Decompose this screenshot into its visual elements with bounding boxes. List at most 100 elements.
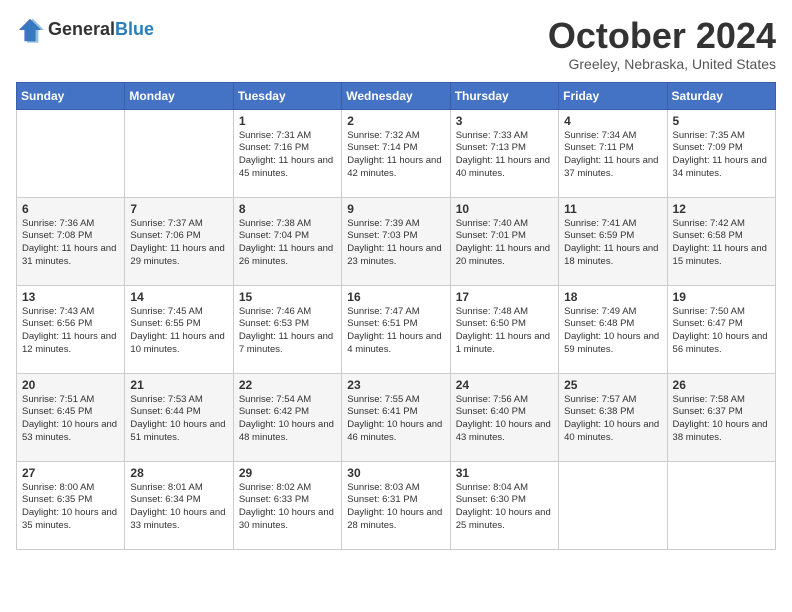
day-info: Sunrise: 7:56 AM Sunset: 6:40 PM Dayligh…: [456, 394, 553, 445]
day-of-week-header: Sunday: [17, 82, 125, 109]
day-number: 22: [239, 378, 336, 392]
calendar-week-row: 1Sunrise: 7:31 AM Sunset: 7:16 PM Daylig…: [17, 109, 776, 197]
calendar-day-cell: 6Sunrise: 7:36 AM Sunset: 7:08 PM Daylig…: [17, 197, 125, 285]
calendar-day-cell: 16 Sunrise: 7:47 AM Sunset: 6:51 PM Dayli…: [342, 285, 450, 373]
day-number: 29: [239, 466, 336, 480]
day-number: 8: [239, 202, 336, 216]
day-info: Sunrise: 7:40 AM Sunset: 7:01 PM Dayligh…: [456, 218, 553, 269]
day-info: Sunrise: 8:01 AM Sunset: 6:34 PM Dayligh…: [130, 482, 227, 533]
calendar-day-cell: 12 Sunrise: 7:42 AM Sunset: 6:58 PM Dayli…: [667, 197, 775, 285]
day-number: 23: [347, 378, 444, 392]
day-number: 10: [456, 202, 553, 216]
calendar-day-cell: 4Sunrise: 7:34 AM Sunset: 7:11 PM Daylig…: [559, 109, 667, 197]
calendar-day-cell: 9 Sunrise: 7:39 AM Sunset: 7:03 PM Daylig…: [342, 197, 450, 285]
calendar-day-cell: [125, 109, 233, 197]
day-of-week-header: Wednesday: [342, 82, 450, 109]
day-info: Sunrise: 7:58 AM Sunset: 6:37 PM Dayligh…: [673, 394, 770, 445]
day-number: 16: [347, 290, 444, 304]
day-number: 28: [130, 466, 227, 480]
calendar-day-cell: [559, 461, 667, 549]
day-info: Sunrise: 7:50 AM Sunset: 6:47 PM Dayligh…: [673, 306, 770, 357]
calendar-day-cell: 29Sunrise: 8:02 AM Sunset: 6:33 PM Dayli…: [233, 461, 341, 549]
day-number: 12: [673, 202, 770, 216]
calendar-day-cell: [667, 461, 775, 549]
day-number: 31: [456, 466, 553, 480]
calendar-day-cell: 18Sunrise: 7:49 AM Sunset: 6:48 PM Dayli…: [559, 285, 667, 373]
day-of-week-header: Monday: [125, 82, 233, 109]
day-info: Sunrise: 7:42 AM Sunset: 6:58 PM Dayligh…: [673, 218, 770, 269]
day-info: Sunrise: 7:51 AM Sunset: 6:45 PM Dayligh…: [22, 394, 119, 445]
day-of-week-header: Thursday: [450, 82, 558, 109]
calendar-week-row: 27 Sunrise: 8:00 AM Sunset: 6:35 PM Dayli…: [17, 461, 776, 549]
calendar-day-cell: 23 Sunrise: 7:55 AM Sunset: 6:41 PM Dayli…: [342, 373, 450, 461]
calendar-day-cell: 25Sunrise: 7:57 AM Sunset: 6:38 PM Dayli…: [559, 373, 667, 461]
day-number: 27: [22, 466, 119, 480]
day-info: Sunrise: 7:41 AM Sunset: 6:59 PM Dayligh…: [564, 218, 661, 269]
calendar-day-cell: 5Sunrise: 7:35 AM Sunset: 7:09 PM Daylig…: [667, 109, 775, 197]
day-info: Sunrise: 7:54 AM Sunset: 6:42 PM Dayligh…: [239, 394, 336, 445]
calendar-day-cell: 2 Sunrise: 7:32 AM Sunset: 7:14 PM Daylig…: [342, 109, 450, 197]
calendar-day-cell: 1Sunrise: 7:31 AM Sunset: 7:16 PM Daylig…: [233, 109, 341, 197]
day-number: 2: [347, 114, 444, 128]
calendar-day-cell: 10 Sunrise: 7:40 AM Sunset: 7:01 PM Dayli…: [450, 197, 558, 285]
day-info: Sunrise: 7:32 AM Sunset: 7:14 PM Dayligh…: [347, 130, 444, 181]
day-number: 4: [564, 114, 661, 128]
day-of-week-header: Tuesday: [233, 82, 341, 109]
title-area: October 2024 Greeley, Nebraska, United S…: [548, 16, 776, 72]
day-info: Sunrise: 7:36 AM Sunset: 7:08 PM Dayligh…: [22, 218, 119, 269]
calendar-table: SundayMondayTuesdayWednesdayThursdayFrid…: [16, 82, 776, 550]
calendar-day-cell: 27 Sunrise: 8:00 AM Sunset: 6:35 PM Dayli…: [17, 461, 125, 549]
day-of-week-header: Saturday: [667, 82, 775, 109]
day-info: Sunrise: 7:53 AM Sunset: 6:44 PM Dayligh…: [130, 394, 227, 445]
day-number: 9: [347, 202, 444, 216]
calendar-day-cell: 22 Sunrise: 7:54 AM Sunset: 6:42 PM Dayli…: [233, 373, 341, 461]
logo: GeneralBlue: [16, 16, 154, 44]
calendar-day-cell: 31 Sunrise: 8:04 AM Sunset: 6:30 PM Dayli…: [450, 461, 558, 549]
calendar-day-cell: 14Sunrise: 7:45 AM Sunset: 6:55 PM Dayli…: [125, 285, 233, 373]
calendar-day-cell: 15 Sunrise: 7:46 AM Sunset: 6:53 PM Dayli…: [233, 285, 341, 373]
logo-general: General: [48, 19, 115, 39]
day-number: 21: [130, 378, 227, 392]
day-info: Sunrise: 8:03 AM Sunset: 6:31 PM Dayligh…: [347, 482, 444, 533]
day-info: Sunrise: 7:31 AM Sunset: 7:16 PM Dayligh…: [239, 130, 336, 181]
day-of-week-header: Friday: [559, 82, 667, 109]
calendar-week-row: 13 Sunrise: 7:43 AM Sunset: 6:56 PM Dayli…: [17, 285, 776, 373]
calendar-day-cell: 21 Sunrise: 7:53 AM Sunset: 6:44 PM Dayli…: [125, 373, 233, 461]
day-info: Sunrise: 8:00 AM Sunset: 6:35 PM Dayligh…: [22, 482, 119, 533]
day-number: 18: [564, 290, 661, 304]
page-header: GeneralBlue October 2024 Greeley, Nebras…: [16, 16, 776, 72]
day-number: 19: [673, 290, 770, 304]
day-info: Sunrise: 7:55 AM Sunset: 6:41 PM Dayligh…: [347, 394, 444, 445]
calendar-day-cell: 11Sunrise: 7:41 AM Sunset: 6:59 PM Dayli…: [559, 197, 667, 285]
calendar-day-cell: 3Sunrise: 7:33 AM Sunset: 7:13 PM Daylig…: [450, 109, 558, 197]
calendar-day-cell: 7Sunrise: 7:37 AM Sunset: 7:06 PM Daylig…: [125, 197, 233, 285]
day-info: Sunrise: 7:57 AM Sunset: 6:38 PM Dayligh…: [564, 394, 661, 445]
day-info: Sunrise: 7:39 AM Sunset: 7:03 PM Dayligh…: [347, 218, 444, 269]
day-info: Sunrise: 7:37 AM Sunset: 7:06 PM Dayligh…: [130, 218, 227, 269]
day-number: 3: [456, 114, 553, 128]
day-number: 13: [22, 290, 119, 304]
day-info: Sunrise: 8:04 AM Sunset: 6:30 PM Dayligh…: [456, 482, 553, 533]
calendar-day-cell: 24 Sunrise: 7:56 AM Sunset: 6:40 PM Dayli…: [450, 373, 558, 461]
day-info: Sunrise: 7:38 AM Sunset: 7:04 PM Dayligh…: [239, 218, 336, 269]
calendar-day-cell: 28 Sunrise: 8:01 AM Sunset: 6:34 PM Dayli…: [125, 461, 233, 549]
calendar-day-cell: 19 Sunrise: 7:50 AM Sunset: 6:47 PM Dayli…: [667, 285, 775, 373]
day-info: Sunrise: 7:45 AM Sunset: 6:55 PM Dayligh…: [130, 306, 227, 357]
calendar-day-cell: 20Sunrise: 7:51 AM Sunset: 6:45 PM Dayli…: [17, 373, 125, 461]
day-info: Sunrise: 7:47 AM Sunset: 6:51 PM Dayligh…: [347, 306, 444, 357]
month-title: October 2024: [548, 16, 776, 56]
day-number: 30: [347, 466, 444, 480]
logo-blue: Blue: [115, 19, 154, 39]
day-info: Sunrise: 7:43 AM Sunset: 6:56 PM Dayligh…: [22, 306, 119, 357]
calendar-day-cell: 17 Sunrise: 7:48 AM Sunset: 6:50 PM Dayli…: [450, 285, 558, 373]
calendar-day-cell: 26 Sunrise: 7:58 AM Sunset: 6:37 PM Dayli…: [667, 373, 775, 461]
calendar-week-row: 20Sunrise: 7:51 AM Sunset: 6:45 PM Dayli…: [17, 373, 776, 461]
day-number: 24: [456, 378, 553, 392]
day-number: 26: [673, 378, 770, 392]
day-number: 15: [239, 290, 336, 304]
day-info: Sunrise: 7:46 AM Sunset: 6:53 PM Dayligh…: [239, 306, 336, 357]
day-number: 17: [456, 290, 553, 304]
calendar-week-row: 6Sunrise: 7:36 AM Sunset: 7:08 PM Daylig…: [17, 197, 776, 285]
day-number: 5: [673, 114, 770, 128]
day-info: Sunrise: 7:48 AM Sunset: 6:50 PM Dayligh…: [456, 306, 553, 357]
